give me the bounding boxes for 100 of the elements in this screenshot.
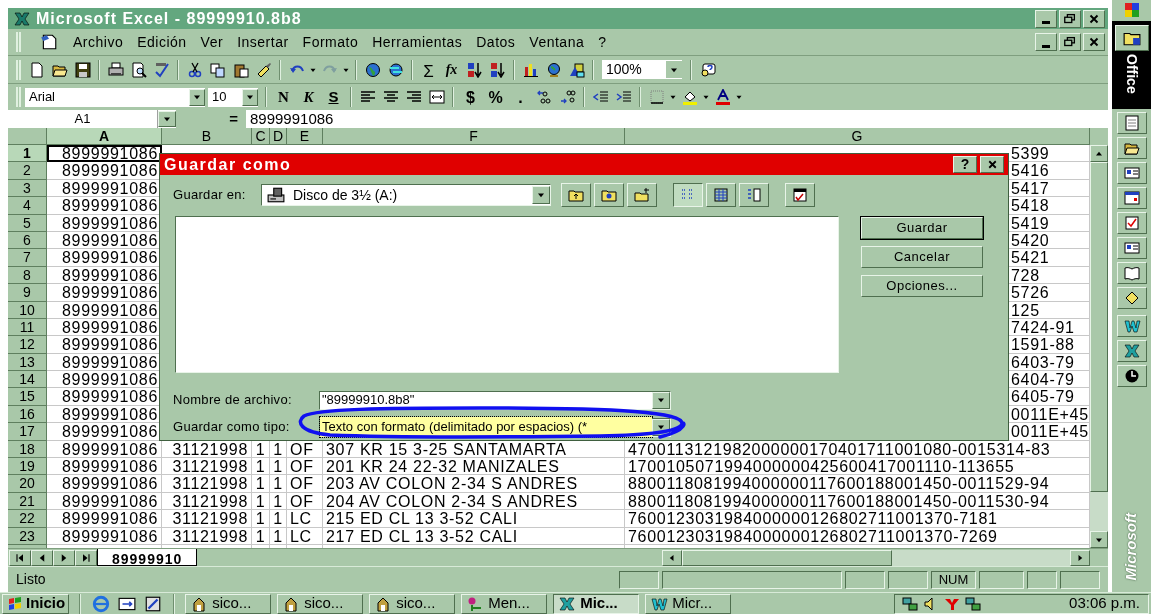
table-cell[interactable]: 1 — [252, 510, 270, 528]
properties-view-icon[interactable] — [745, 187, 763, 203]
shortcut-button[interactable] — [1116, 212, 1147, 234]
borders-icon[interactable] — [648, 89, 665, 105]
row-header[interactable]: 19 — [8, 458, 47, 476]
table-cell[interactable]: 1700105071994000000425600417001110-113655 — [625, 458, 1090, 476]
close-button[interactable] — [1083, 33, 1105, 51]
table-cell[interactable]: OF — [287, 475, 323, 493]
table-cell[interactable]: 1 — [270, 458, 287, 476]
table-cell[interactable]: OF — [287, 458, 323, 476]
table-cell[interactable]: 1 — [270, 527, 287, 545]
table-cell[interactable]: 8999991086 — [47, 527, 162, 545]
dropdown-button[interactable] — [532, 186, 550, 204]
align-center-icon[interactable] — [382, 89, 399, 105]
align-right-icon[interactable] — [405, 89, 422, 105]
scroll-right-button[interactable] — [1070, 549, 1090, 566]
table-cell[interactable]: 8999991086 — [47, 475, 162, 493]
menu-item[interactable]: Herramientas — [372, 31, 463, 53]
up-folder-button[interactable] — [561, 183, 591, 207]
column-header[interactable]: F — [323, 128, 625, 145]
taskbar-button[interactable]: sico... — [277, 593, 364, 614]
table-cell[interactable]: 1 — [252, 458, 270, 476]
excel-icon[interactable] — [1122, 343, 1141, 359]
globe-icon[interactable] — [364, 61, 381, 78]
increase-decimal-icon[interactable] — [536, 89, 553, 105]
save-in-dropdown[interactable]: Disco de 3½ (A:) — [261, 184, 551, 206]
properties-view-button[interactable] — [739, 183, 769, 207]
menu-item[interactable]: Ver — [200, 31, 224, 53]
row-header[interactable]: 12 — [8, 336, 47, 354]
indent-icon[interactable] — [615, 89, 632, 105]
shortcut-button[interactable] — [1116, 287, 1147, 309]
percent-button[interactable]: % — [483, 86, 508, 108]
underline-button[interactable]: S — [321, 86, 346, 108]
menu-item[interactable]: Formato — [302, 31, 359, 53]
sort-ascending-icon[interactable] — [466, 61, 483, 78]
table-cell[interactable]: 31121998 — [162, 475, 252, 493]
row-header[interactable]: 14 — [8, 371, 47, 389]
open-folder-icon[interactable] — [1122, 140, 1141, 156]
network-icon[interactable] — [901, 595, 919, 612]
table-cell[interactable]: 1 — [252, 527, 270, 545]
web-arrows-icon[interactable] — [387, 61, 404, 78]
outdent-icon[interactable] — [592, 89, 609, 105]
spelling-icon[interactable] — [153, 61, 170, 78]
previous-sheet-button[interactable] — [31, 549, 53, 566]
dropdown-button[interactable] — [242, 88, 258, 106]
font-field[interactable]: Arial — [25, 87, 205, 107]
shortcut-button[interactable] — [1116, 187, 1147, 209]
minimize-button[interactable] — [1035, 33, 1057, 51]
table-cell[interactable]: 1 — [270, 510, 287, 528]
tools-icon[interactable] — [791, 187, 809, 203]
table-cell[interactable]: 8800118081994000000117600188001450-0011530-94 — [625, 492, 1090, 511]
zoom-field[interactable]: 100% — [602, 60, 682, 79]
menu-item[interactable]: ? — [598, 31, 607, 53]
autosum-button[interactable]: Σ — [417, 58, 440, 81]
details-view-icon[interactable] — [712, 187, 730, 203]
dialog-button[interactable]: Opciones... — [861, 275, 983, 297]
new-folder-button[interactable] — [627, 183, 657, 207]
taskbar-button[interactable]: sico... — [369, 593, 456, 614]
row-header[interactable]: 4 — [8, 197, 47, 215]
shortcut-button[interactable] — [1116, 262, 1147, 284]
map-globe-icon[interactable] — [545, 61, 562, 78]
drawing-shapes-icon[interactable] — [568, 61, 585, 78]
scissors-icon[interactable] — [186, 61, 203, 78]
column-header[interactable]: D — [270, 128, 287, 145]
row-header[interactable]: 9 — [8, 284, 47, 302]
network-icon[interactable] — [964, 595, 982, 612]
favorites-folder-icon[interactable] — [600, 187, 618, 203]
table-cell[interactable]: 7600123031984000000126802711001370-7269 — [625, 527, 1090, 545]
dropdown-button[interactable] — [189, 88, 205, 106]
tools-button[interactable] — [785, 183, 815, 207]
table-cell[interactable]: 31121998 — [162, 458, 252, 476]
shortcut-button[interactable] — [1116, 237, 1147, 259]
save-icon[interactable] — [74, 61, 91, 78]
table-cell[interactable]: 8999991086 — [47, 492, 162, 511]
table-cell[interactable]: 8800118081994000000117600188001450-0011529-94 — [625, 475, 1090, 493]
table-cell[interactable]: 7600123031984000000126802711001370-7181 — [625, 510, 1090, 528]
column-header[interactable]: B — [162, 128, 252, 145]
shortcut-button[interactable] — [1116, 340, 1147, 362]
font-color-icon[interactable] — [714, 89, 731, 105]
taskbar-button[interactable]: Men... — [461, 593, 548, 614]
menu-item[interactable]: Datos — [476, 31, 516, 53]
align-left-icon[interactable] — [359, 89, 376, 105]
dialog-button[interactable]: Guardar — [861, 217, 983, 239]
last-sheet-button[interactable] — [75, 549, 97, 566]
restore-button[interactable] — [1059, 9, 1081, 28]
list-view-button[interactable] — [673, 183, 703, 207]
format-painter-icon[interactable] — [255, 61, 272, 78]
favorites-folder-button[interactable] — [594, 183, 624, 207]
close-button[interactable] — [980, 156, 1004, 173]
menu-item[interactable]: Ventana — [529, 31, 585, 53]
table-cell[interactable]: 217 ED CL 13 3-52 CALI — [323, 527, 625, 545]
table-cell[interactable]: 1 — [270, 475, 287, 493]
printer-icon[interactable] — [107, 61, 124, 78]
function-button[interactable]: fx — [440, 58, 463, 81]
table-cell[interactable]: 8999991086 — [47, 440, 162, 459]
column-header[interactable]: A — [47, 128, 162, 145]
book-icon[interactable] — [1122, 265, 1141, 281]
shortcut-button[interactable] — [1116, 315, 1147, 337]
column-header[interactable]: G — [625, 128, 1090, 145]
dropdown-button[interactable] — [652, 391, 670, 409]
